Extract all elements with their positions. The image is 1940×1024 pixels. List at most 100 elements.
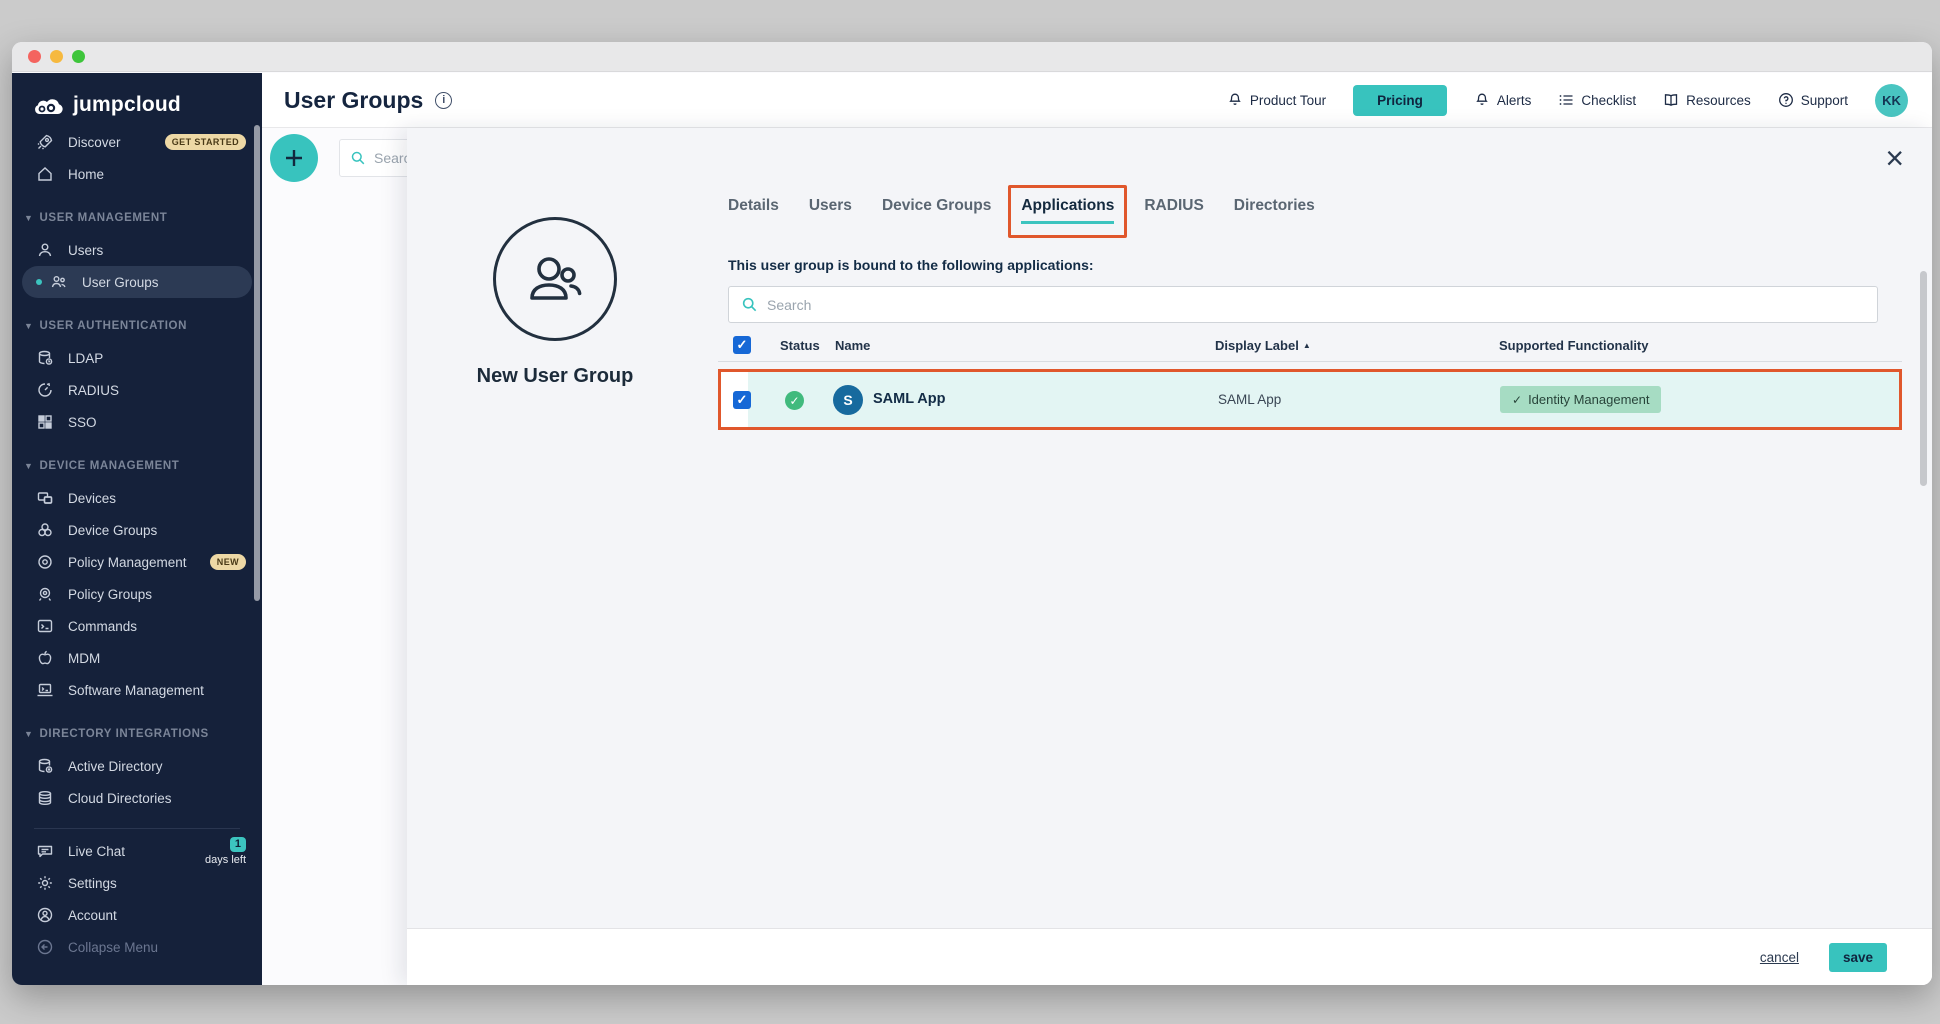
app-window: jumpcloud Discover GET STARTED Home ▼ US… [12, 42, 1932, 985]
sidebar-item-discover[interactable]: Discover GET STARTED [12, 126, 262, 158]
section-directory-integrations[interactable]: ▼ DIRECTORY INTEGRATIONS [12, 718, 262, 750]
pricing-button[interactable]: Pricing [1353, 85, 1447, 116]
bell-icon [1474, 92, 1490, 108]
tab-applications[interactable]: Applications [1021, 191, 1114, 230]
section-user-management[interactable]: ▼ USER MANAGEMENT [12, 202, 262, 234]
sidebar-item-label: Home [68, 167, 104, 182]
column-header-display-label[interactable]: Display Label▲ [1215, 338, 1311, 353]
sidebar-item-sso[interactable]: SSO [12, 406, 262, 438]
sidebar-item-radius[interactable]: RADIUS [12, 374, 262, 406]
sidebar-item-label: MDM [68, 651, 100, 666]
applications-search[interactable] [728, 286, 1878, 323]
column-header-status[interactable]: Status [780, 338, 820, 353]
select-all-checkbox[interactable]: ✓ [733, 336, 751, 354]
sidebar-item-user-groups[interactable]: User Groups [22, 266, 252, 298]
sidebar-item-label: Settings [68, 876, 117, 891]
sidebar-item-live-chat[interactable]: Live Chat 1 days left [12, 835, 262, 867]
page-header: User Groups i Product Tour Pricing Alert… [262, 73, 1932, 128]
minimize-window-button[interactable] [50, 50, 63, 63]
sidebar-item-label: Software Management [68, 683, 204, 698]
column-header-name[interactable]: Name [835, 338, 870, 353]
tab-directories[interactable]: Directories [1234, 191, 1315, 221]
sidebar-item-collapse-menu[interactable]: Collapse Menu [12, 931, 262, 963]
checklist-button[interactable]: Checklist [1558, 92, 1636, 108]
sso-grid-icon [36, 413, 54, 431]
device-groups-icon [36, 521, 54, 539]
sidebar-item-mdm[interactable]: MDM [12, 642, 262, 674]
sidebar-item-commands[interactable]: Commands [12, 610, 262, 642]
sidebar-item-users[interactable]: Users [12, 234, 262, 266]
sidebar-item-policy-management[interactable]: Policy Management NEW [12, 546, 262, 578]
megaphone-icon [1227, 92, 1243, 108]
close-window-button[interactable] [28, 50, 41, 63]
sidebar-item-label: Commands [68, 619, 137, 634]
jumpcloud-logo-text: jumpcloud [73, 93, 181, 117]
account-icon [36, 906, 54, 924]
product-tour-button[interactable]: Product Tour [1227, 92, 1326, 108]
question-circle-icon [1778, 92, 1794, 108]
sidebar-scrollbar[interactable] [254, 125, 260, 601]
sidebar-item-software-management[interactable]: Software Management [12, 674, 262, 706]
sidebar-item-label: Users [68, 243, 103, 258]
sidebar-item-label: Devices [68, 491, 116, 506]
alerts-button[interactable]: Alerts [1474, 92, 1532, 108]
tab-details[interactable]: Details [728, 191, 779, 221]
sidebar-item-device-groups[interactable]: Device Groups [12, 514, 262, 546]
cancel-button[interactable]: cancel [1760, 950, 1799, 965]
column-header-supported-functionality[interactable]: Supported Functionality [1499, 338, 1649, 353]
zoom-window-button[interactable] [72, 50, 85, 63]
identity-management-badge: ✓Identity Management [1500, 386, 1661, 413]
sidebar-item-label: Device Groups [68, 523, 157, 538]
resources-button[interactable]: Resources [1663, 92, 1751, 108]
save-button[interactable]: save [1829, 943, 1887, 972]
ldap-database-icon [36, 349, 54, 367]
policy-groups-icon [36, 585, 54, 603]
collapse-menu-icon [36, 938, 54, 956]
book-icon [1663, 92, 1679, 108]
sidebar-item-policy-groups[interactable]: Policy Groups [12, 578, 262, 610]
sidebar-item-label: RADIUS [68, 383, 119, 398]
page-title: User Groups [284, 87, 423, 114]
sidebar-item-label: Discover [68, 135, 121, 150]
user-group-icon [50, 273, 68, 291]
sidebar-divider [34, 828, 240, 829]
sidebar-item-label: Account [68, 908, 117, 923]
section-device-management[interactable]: ▼ DEVICE MANAGEMENT [12, 450, 262, 482]
panel-scrollbar[interactable] [1920, 271, 1927, 486]
close-icon[interactable]: × [1885, 142, 1904, 174]
sidebar-item-cloud-directories[interactable]: Cloud Directories [12, 782, 262, 814]
sidebar-item-home[interactable]: Home [12, 158, 262, 190]
group-name: New User Group [435, 365, 675, 388]
sidebar-item-ldap[interactable]: LDAP [12, 342, 262, 374]
row-checkbox[interactable]: ✓ [733, 391, 751, 409]
sidebar-item-active-directory[interactable]: Active Directory [12, 750, 262, 782]
panel-footer: cancel save [407, 928, 1932, 985]
sidebar-item-label: Cloud Directories [68, 791, 172, 806]
sidebar-item-label: Policy Groups [68, 587, 152, 602]
sidebar-item-label: Policy Management [68, 555, 187, 570]
apple-mdm-icon [36, 649, 54, 667]
tab-users[interactable]: Users [809, 191, 852, 221]
tab-radius[interactable]: RADIUS [1144, 191, 1203, 221]
sidebar-item-label: SSO [68, 415, 97, 430]
user-icon [36, 241, 54, 259]
tab-device-groups[interactable]: Device Groups [882, 191, 991, 221]
jumpcloud-cloud-icon [32, 94, 66, 116]
sort-ascending-icon: ▲ [1303, 341, 1311, 350]
support-button[interactable]: Support [1778, 92, 1848, 108]
applications-search-input[interactable] [767, 297, 1865, 313]
section-user-authentication[interactable]: ▼ USER AUTHENTICATION [12, 310, 262, 342]
sidebar-item-devices[interactable]: Devices [12, 482, 262, 514]
saml-app-avatar: S [833, 385, 863, 415]
user-avatar[interactable]: KK [1875, 84, 1908, 117]
sidebar-item-label: User Groups [82, 275, 159, 290]
info-icon[interactable]: i [435, 92, 452, 109]
sidebar-item-account[interactable]: Account [12, 899, 262, 931]
chevron-down-icon: ▼ [24, 213, 34, 223]
app-display-label: SAML App [1218, 392, 1281, 407]
jumpcloud-logo[interactable]: jumpcloud [12, 73, 262, 126]
add-user-group-button[interactable] [270, 134, 318, 182]
sidebar-item-settings[interactable]: Settings [12, 867, 262, 899]
cloud-directories-icon [36, 789, 54, 807]
status-active-icon: ✓ [785, 391, 804, 410]
